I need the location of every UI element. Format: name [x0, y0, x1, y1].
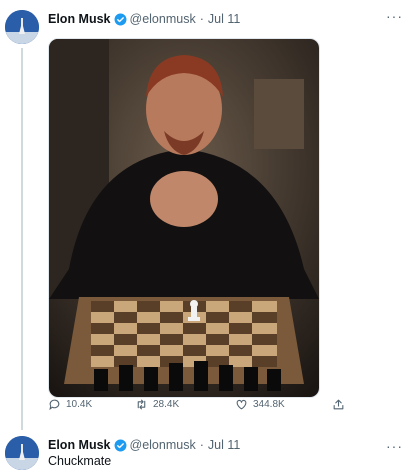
more-dots-icon[interactable]: ··· [386, 438, 403, 454]
like-icon [236, 399, 247, 409]
author-name[interactable]: Elon Musk [48, 12, 111, 26]
thread-line [21, 48, 23, 430]
author-name[interactable]: Elon Musk [48, 438, 111, 452]
tweet-text: Chuckmate [48, 454, 112, 468]
tweet-media[interactable] [48, 38, 320, 398]
tweet[interactable]: Elon Musk @elonmusk · Jul 11 ··· 10.4K 2… [0, 0, 413, 430]
author-handle[interactable]: @elonmusk [130, 12, 196, 26]
share-button[interactable] [332, 398, 345, 411]
tweet-date[interactable]: Jul 11 [208, 12, 240, 26]
avatar[interactable] [5, 436, 39, 470]
reply-icon [49, 399, 60, 410]
retweet-count: 28.4K [153, 398, 180, 410]
like-count: 344.8K [253, 398, 285, 410]
separator: · [199, 438, 204, 452]
avatar[interactable] [5, 10, 39, 44]
more-dots-icon[interactable]: ··· [386, 8, 403, 24]
author-handle[interactable]: @elonmusk [130, 438, 196, 452]
chessboard [91, 301, 277, 367]
verified-icon [114, 13, 126, 25]
tweet-date[interactable]: Jul 11 [208, 438, 240, 452]
tweet-header: Elon Musk @elonmusk · Jul 11 [48, 12, 240, 26]
retweet-icon [137, 399, 146, 409]
separator: · [199, 12, 204, 26]
reply-count: 10.4K [66, 398, 93, 410]
share-icon [333, 399, 344, 409]
tweet-header: Elon Musk @elonmusk · Jul 11 [48, 438, 240, 452]
like-button[interactable]: 344.8K [235, 398, 285, 411]
retweet-button[interactable]: 28.4K [135, 398, 179, 411]
tweet[interactable]: Elon Musk @elonmusk · Jul 11 ··· Chuckma… [0, 430, 413, 472]
reply-button[interactable]: 10.4K [48, 398, 92, 411]
verified-icon [114, 439, 126, 451]
